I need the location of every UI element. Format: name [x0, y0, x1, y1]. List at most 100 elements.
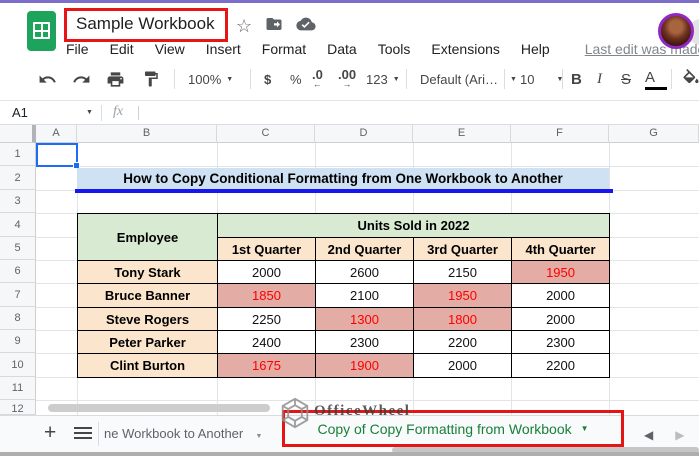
cell-value[interactable]: 2300 — [316, 331, 414, 354]
col-header-b[interactable]: B — [77, 125, 217, 143]
col-header-e[interactable]: E — [413, 125, 511, 143]
print-icon[interactable] — [106, 58, 125, 100]
bold-button[interactable]: B — [571, 58, 593, 100]
col-header-c[interactable]: C — [217, 125, 315, 143]
cell-value[interactable]: 2200 — [512, 354, 610, 378]
font-size-select[interactable]: 10▼ — [520, 58, 563, 100]
row-header-3[interactable]: 3 — [0, 190, 36, 213]
cell-value-highlighted[interactable]: 1300 — [316, 308, 414, 331]
row-header-6[interactable]: 6 — [0, 260, 36, 283]
menu-file[interactable]: File — [66, 41, 89, 57]
move-folder-icon[interactable] — [265, 15, 283, 38]
cell-value[interactable]: 2200 — [414, 331, 512, 354]
cell-value-highlighted[interactable]: 1950 — [414, 284, 512, 308]
chevron-down-icon: ▼ — [510, 76, 517, 83]
font-family-select[interactable]: Default (Ari…▼ — [420, 58, 517, 100]
col-header-f[interactable]: F — [511, 125, 609, 143]
cell-q4-header[interactable]: 4th Quarter — [512, 238, 610, 261]
row-header-2[interactable]: 2 — [0, 166, 36, 190]
cell-name[interactable]: Clint Burton — [78, 354, 218, 378]
divider — [98, 422, 99, 446]
cell-value-highlighted[interactable]: 1950 — [512, 261, 610, 284]
sheets-grid-glyph — [33, 22, 50, 39]
next-sheets-arrow[interactable]: ▶ — [675, 428, 684, 442]
cell-value-highlighted[interactable]: 1800 — [414, 308, 512, 331]
decrease-decimal-button[interactable]: .0← — [312, 58, 323, 100]
cell-employee-header[interactable]: Employee — [78, 214, 218, 261]
sheets-logo-icon[interactable] — [27, 11, 56, 51]
cell-value[interactable]: 2600 — [316, 261, 414, 284]
add-sheet-button[interactable]: + — [44, 421, 56, 445]
row-header-8[interactable]: 8 — [0, 307, 36, 330]
cell-q2-header[interactable]: 2nd Quarter — [316, 238, 414, 261]
cell-value[interactable]: 2000 — [512, 284, 610, 308]
row-header-11[interactable]: 11 — [0, 377, 36, 400]
cell-value[interactable]: 2000 — [414, 354, 512, 378]
chevron-down-icon[interactable]: ▼ — [86, 109, 93, 116]
menu-help[interactable]: Help — [521, 41, 550, 57]
cell-value[interactable]: 2100 — [316, 284, 414, 308]
cell-value[interactable]: 2150 — [414, 261, 512, 284]
percent-format-button[interactable]: % — [290, 58, 302, 100]
more-formats-button[interactable]: 123▼ — [366, 58, 400, 100]
cell-value-highlighted[interactable]: 1900 — [316, 354, 414, 378]
strikethrough-button[interactable]: S — [621, 58, 643, 100]
cell-value[interactable]: 2400 — [218, 331, 316, 354]
undo-icon[interactable] — [38, 58, 57, 100]
col-header-g[interactable]: G — [609, 125, 699, 143]
row-header-7[interactable]: 7 — [0, 283, 36, 307]
cell-value[interactable]: 2000 — [512, 308, 610, 331]
cell-name[interactable]: Tony Stark — [78, 261, 218, 284]
cell-value[interactable]: 2250 — [218, 308, 316, 331]
cell-name[interactable]: Bruce Banner — [78, 284, 218, 308]
cell-value-highlighted[interactable]: 1850 — [218, 284, 316, 308]
prev-sheets-arrow[interactable]: ◀ — [644, 428, 653, 442]
currency-format-button[interactable]: $ — [264, 58, 271, 100]
italic-button[interactable]: I — [597, 58, 619, 100]
cell-q3-header[interactable]: 3rd Quarter — [414, 238, 512, 261]
col-header-a[interactable]: A — [36, 125, 77, 143]
name-box[interactable]: A1 — [12, 105, 28, 120]
menu-tools[interactable]: Tools — [378, 41, 411, 57]
col-header-d[interactable]: D — [315, 125, 413, 143]
row-header-5[interactable]: 5 — [0, 237, 36, 260]
select-all-corner[interactable] — [0, 125, 36, 143]
cell-name[interactable]: Steve Rogers — [78, 308, 218, 331]
arrow-right-icon: → — [343, 79, 352, 89]
cloud-saved-icon[interactable] — [296, 16, 316, 37]
row-header-4[interactable]: 4 — [0, 213, 36, 237]
menu-format[interactable]: Format — [262, 41, 306, 57]
increase-decimal-button[interactable]: .00→ — [338, 58, 356, 100]
row-header-10[interactable]: 10 — [0, 353, 36, 377]
sheet-tab-partial[interactable]: ne Workbook to Another ▼ — [104, 426, 262, 441]
all-sheets-icon[interactable] — [74, 427, 92, 441]
fill-color-icon[interactable] — [681, 58, 699, 100]
cell-q1-header[interactable]: 1st Quarter — [218, 238, 316, 261]
divider — [101, 105, 102, 121]
cell-group-header[interactable]: Units Sold in 2022 — [218, 214, 610, 238]
data-table: Employee Units Sold in 2022 1st Quarter … — [77, 213, 610, 378]
cell-value[interactable]: 2000 — [218, 261, 316, 284]
horizontal-scrollbar[interactable] — [48, 404, 270, 412]
menu-extensions[interactable]: Extensions — [431, 41, 499, 57]
row-header-12[interactable]: 12 — [0, 400, 36, 415]
document-title[interactable]: Sample Workbook — [76, 14, 215, 34]
menu-data[interactable]: Data — [327, 41, 357, 57]
cell-name[interactable]: Peter Parker — [78, 331, 218, 354]
avatar[interactable] — [658, 13, 694, 49]
cell-value[interactable]: 2300 — [512, 331, 610, 354]
row-header-1[interactable]: 1 — [0, 143, 36, 166]
zoom-select[interactable]: 100%▼ — [188, 58, 233, 100]
text-color-button[interactable]: A — [645, 68, 667, 90]
selected-cell-a1[interactable] — [36, 143, 78, 167]
row-header-9[interactable]: 9 — [0, 330, 36, 353]
formula-input-cursor[interactable] — [138, 106, 139, 120]
star-icon[interactable]: ☆ — [236, 16, 252, 37]
menu-edit[interactable]: Edit — [110, 41, 134, 57]
redo-icon[interactable] — [72, 58, 91, 100]
menu-insert[interactable]: Insert — [206, 41, 241, 57]
menu-view[interactable]: View — [155, 41, 185, 57]
paint-format-icon[interactable] — [142, 58, 160, 100]
cell-value-highlighted[interactable]: 1675 — [218, 354, 316, 378]
title-banner-cell[interactable]: How to Copy Conditional Formatting from … — [77, 168, 609, 189]
